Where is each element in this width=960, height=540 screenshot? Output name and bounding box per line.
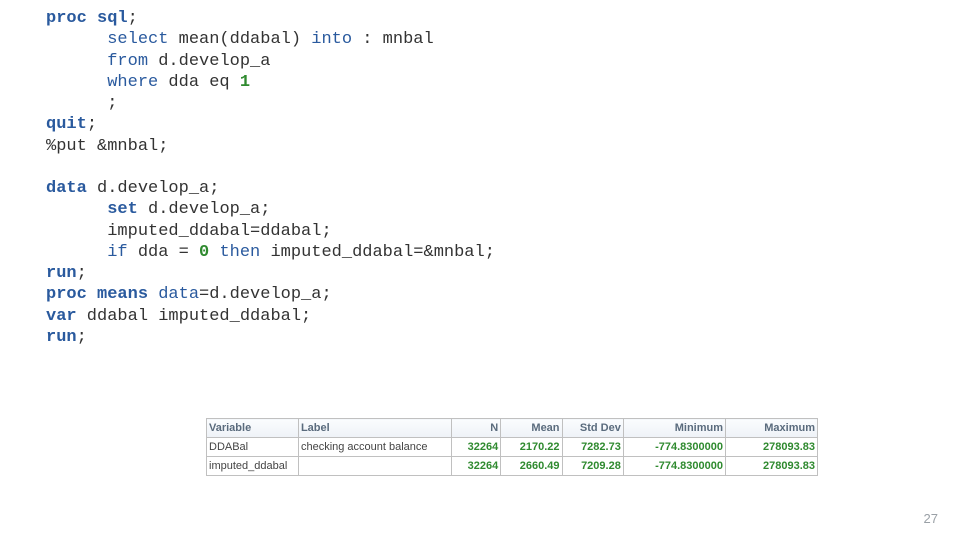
col-std: Std Dev <box>562 419 623 438</box>
kw-if: if <box>46 243 128 262</box>
cell-label: checking account balance <box>298 438 451 457</box>
kw-var: var <box>46 307 77 326</box>
cell-variable: imputed_ddabal <box>207 457 299 476</box>
cell-mean: 2660.49 <box>501 457 562 476</box>
means-output: Variable Label N Mean Std Dev Minimum Ma… <box>206 418 818 476</box>
table-row: imputed_ddabal 32264 2660.49 7209.28 -77… <box>207 457 818 476</box>
col-mean: Mean <box>501 419 562 438</box>
cell-std: 7282.73 <box>562 438 623 457</box>
table-row: DDABal checking account balance 32264 21… <box>207 438 818 457</box>
num-0: 0 <box>199 243 209 262</box>
kw-data: data <box>46 179 87 198</box>
kw-from: from <box>46 52 148 71</box>
cell-max: 278093.83 <box>726 457 818 476</box>
cell-label <box>298 457 451 476</box>
cell-min: -774.8300000 <box>623 438 725 457</box>
kw-into: into <box>311 30 352 49</box>
col-min: Minimum <box>623 419 725 438</box>
kw-quit: quit <box>46 115 87 134</box>
means-table: Variable Label N Mean Std Dev Minimum Ma… <box>206 418 818 476</box>
kw-run-2: run <box>46 328 77 347</box>
kw-proc-sql: proc sql <box>46 9 128 28</box>
num-1: 1 <box>240 73 250 92</box>
code-block: proc sql; select mean(ddabal) into : mnb… <box>46 8 495 348</box>
kw-where: where <box>46 73 158 92</box>
cell-variable: DDABal <box>207 438 299 457</box>
col-n: N <box>452 419 501 438</box>
kw-set: set <box>46 200 138 219</box>
kw-select: select <box>46 30 168 49</box>
table-header-row: Variable Label N Mean Std Dev Minimum Ma… <box>207 419 818 438</box>
cell-n: 32264 <box>452 457 501 476</box>
col-label: Label <box>298 419 451 438</box>
cell-std: 7209.28 <box>562 457 623 476</box>
cell-max: 278093.83 <box>726 438 818 457</box>
kw-run-1: run <box>46 264 77 283</box>
put-macro: %put &mnbal; <box>46 137 168 156</box>
kw-then: then <box>219 243 260 262</box>
kw-proc-means: proc means <box>46 285 158 304</box>
cell-mean: 2170.22 <box>501 438 562 457</box>
cell-min: -774.8300000 <box>623 457 725 476</box>
col-max: Maximum <box>726 419 818 438</box>
kw-data-opt: data <box>158 285 199 304</box>
col-variable: Variable <box>207 419 299 438</box>
page-number: 27 <box>924 511 938 526</box>
cell-n: 32264 <box>452 438 501 457</box>
